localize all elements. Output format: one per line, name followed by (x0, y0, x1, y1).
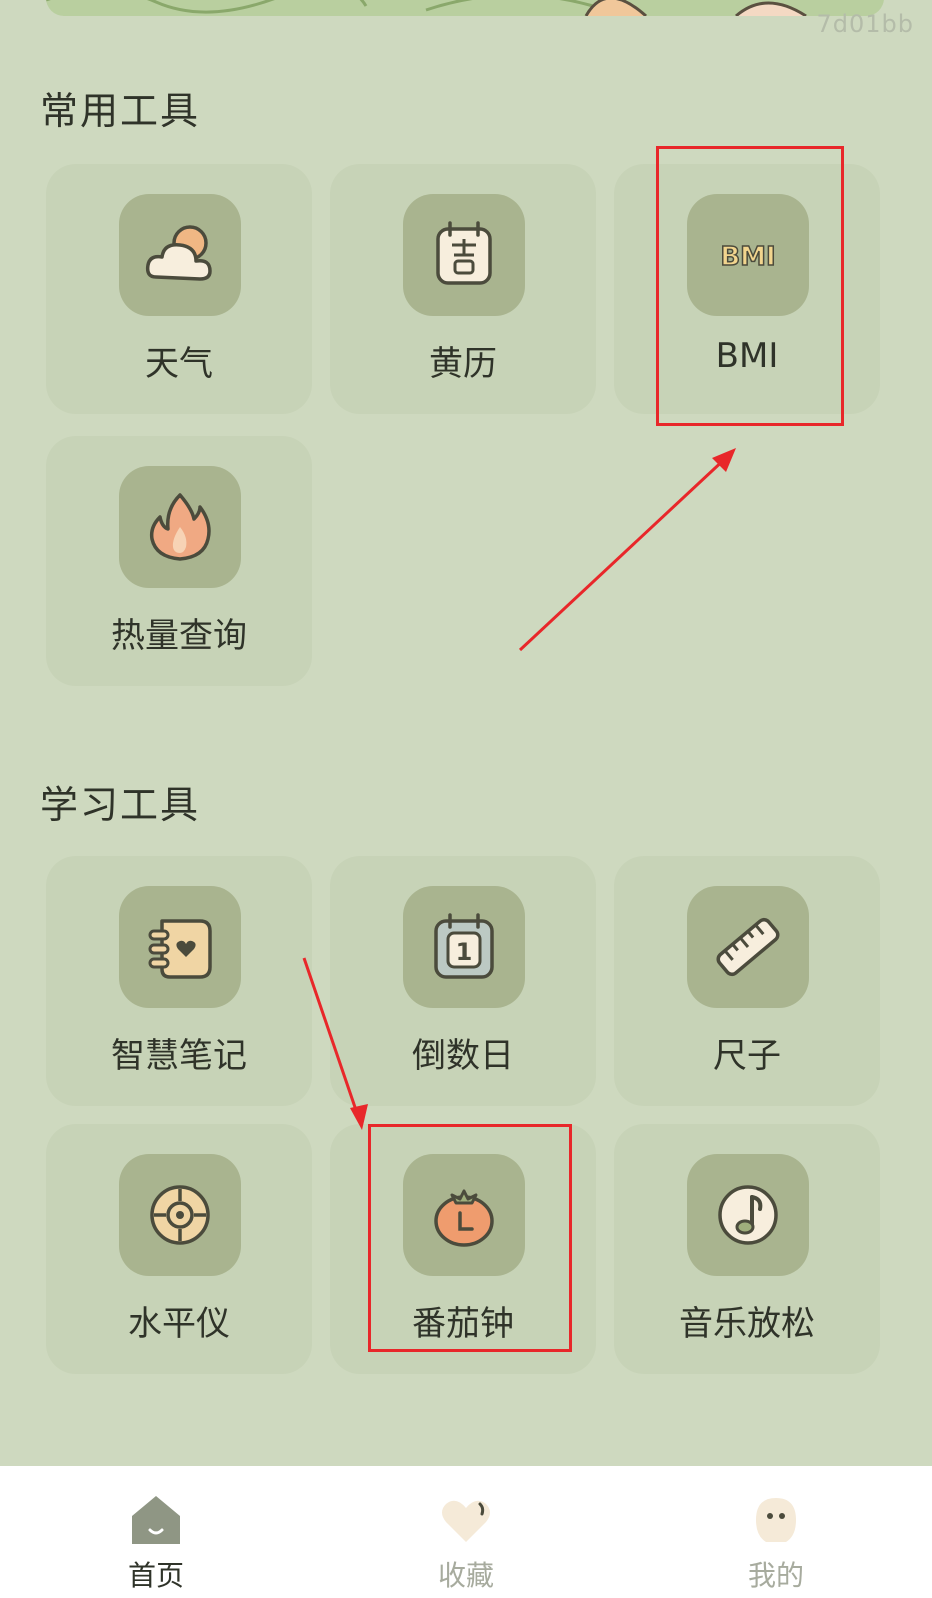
home-icon (132, 1496, 180, 1544)
countdown-calendar-icon: 1 (434, 913, 494, 979)
annotation-arrowhead-bmi (712, 448, 736, 472)
tool-label: 水平仪 (128, 1304, 230, 1344)
tab-home[interactable]: 首页 (56, 1466, 256, 1598)
heart-icon (442, 1500, 490, 1542)
tool-label: 热量查询 (111, 616, 247, 656)
watermark-text: 7d01bb (816, 10, 914, 38)
tool-label: 黄历 (429, 344, 497, 384)
tool-label: 音乐放松 (679, 1304, 815, 1344)
tool-tile-music-relax[interactable]: 音乐放松 (614, 1124, 880, 1374)
icon-box (687, 1154, 809, 1276)
almanac-calendar-icon (436, 221, 492, 285)
bottom-tab-bar: 首页 收藏 我的 (0, 1466, 932, 1598)
level-target-icon (150, 1185, 210, 1245)
tool-label: 倒数日 (412, 1036, 514, 1076)
tab-profile[interactable]: 我的 (676, 1466, 876, 1598)
tool-tile-weather[interactable]: 天气 (46, 164, 312, 414)
tab-favorites[interactable]: 收藏 (366, 1466, 566, 1598)
tab-label: 首页 (127, 1559, 184, 1592)
annotation-box-bmi (656, 146, 844, 426)
icon-box (119, 886, 241, 1008)
top-banner-illustration (46, 0, 884, 16)
tool-label: 天气 (145, 344, 213, 384)
tool-tile-calorie[interactable]: 热量查询 (46, 436, 312, 686)
countdown-icon-digit: 1 (456, 938, 473, 966)
profile-face-icon (756, 1498, 796, 1542)
smart-notes-icon (148, 919, 212, 979)
calorie-flame-icon (149, 493, 211, 561)
section-title-study-tools: 学习工具 (40, 783, 201, 827)
annotation-arrow-to-bmi (518, 454, 730, 652)
tool-tile-level[interactable]: 水平仪 (46, 1124, 312, 1374)
tool-tile-almanac[interactable]: 黄历 (330, 164, 596, 414)
section-title-common-tools: 常用工具 (40, 89, 201, 133)
icon-box (119, 194, 241, 316)
annotation-box-tomato-clock (368, 1124, 572, 1352)
tool-label: 尺子 (713, 1036, 781, 1076)
music-note-icon (718, 1185, 778, 1245)
icon-box (403, 194, 525, 316)
icon-box (687, 886, 809, 1008)
tab-label: 收藏 (437, 1559, 494, 1592)
icon-box (119, 1154, 241, 1276)
tool-tile-countdown[interactable]: 1 倒数日 (330, 856, 596, 1106)
icon-box (119, 466, 241, 588)
weather-cloud-sun-icon (145, 225, 212, 281)
ruler-icon (716, 917, 780, 977)
tool-tile-smart-notes[interactable]: 智慧笔记 (46, 856, 312, 1106)
tool-tile-ruler[interactable]: 尺子 (614, 856, 880, 1106)
tool-label: 智慧笔记 (111, 1036, 247, 1076)
tab-label: 我的 (747, 1559, 804, 1592)
icon-box: 1 (403, 886, 525, 1008)
